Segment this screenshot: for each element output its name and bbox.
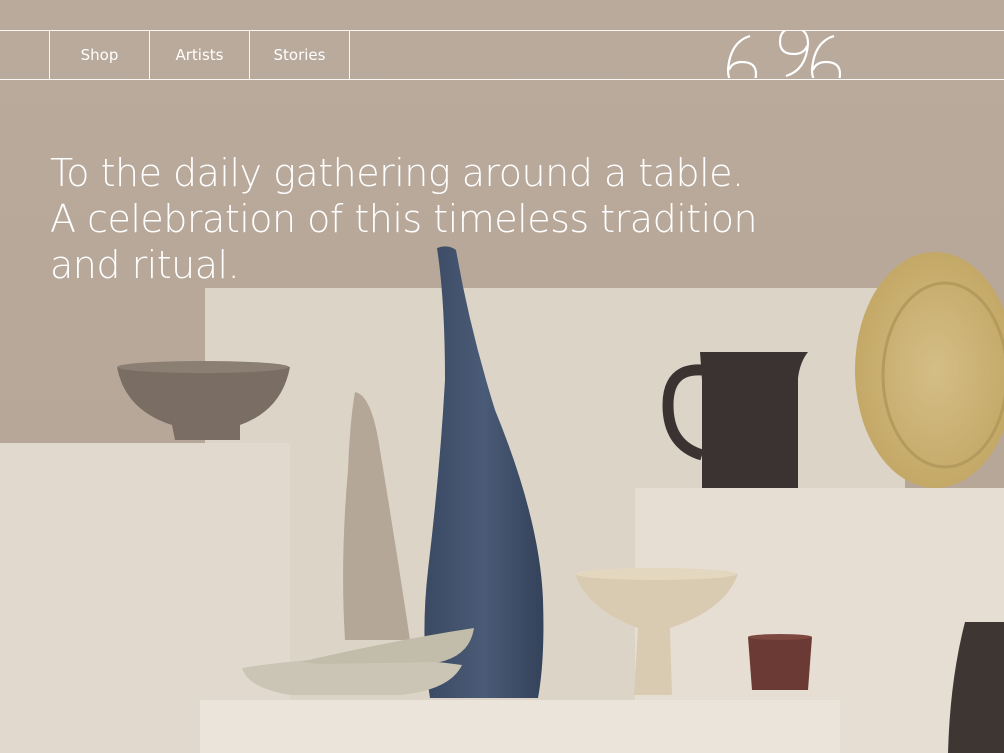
brand-logo[interactable] xyxy=(722,30,862,78)
nav-stories-link[interactable]: Stories xyxy=(249,31,350,79)
dark-pitcher xyxy=(700,352,808,488)
hero-ceramics-image xyxy=(0,0,1004,753)
nav-shop-link[interactable]: Shop xyxy=(49,31,149,79)
hero-headline: To the daily gathering around a table. A… xyxy=(50,151,758,287)
red-cup xyxy=(748,637,812,690)
front-pedestal xyxy=(200,700,840,753)
brand-logo-icon xyxy=(726,30,842,78)
nav-artists-link[interactable]: Artists xyxy=(149,31,249,79)
stacked-plates xyxy=(242,658,462,695)
